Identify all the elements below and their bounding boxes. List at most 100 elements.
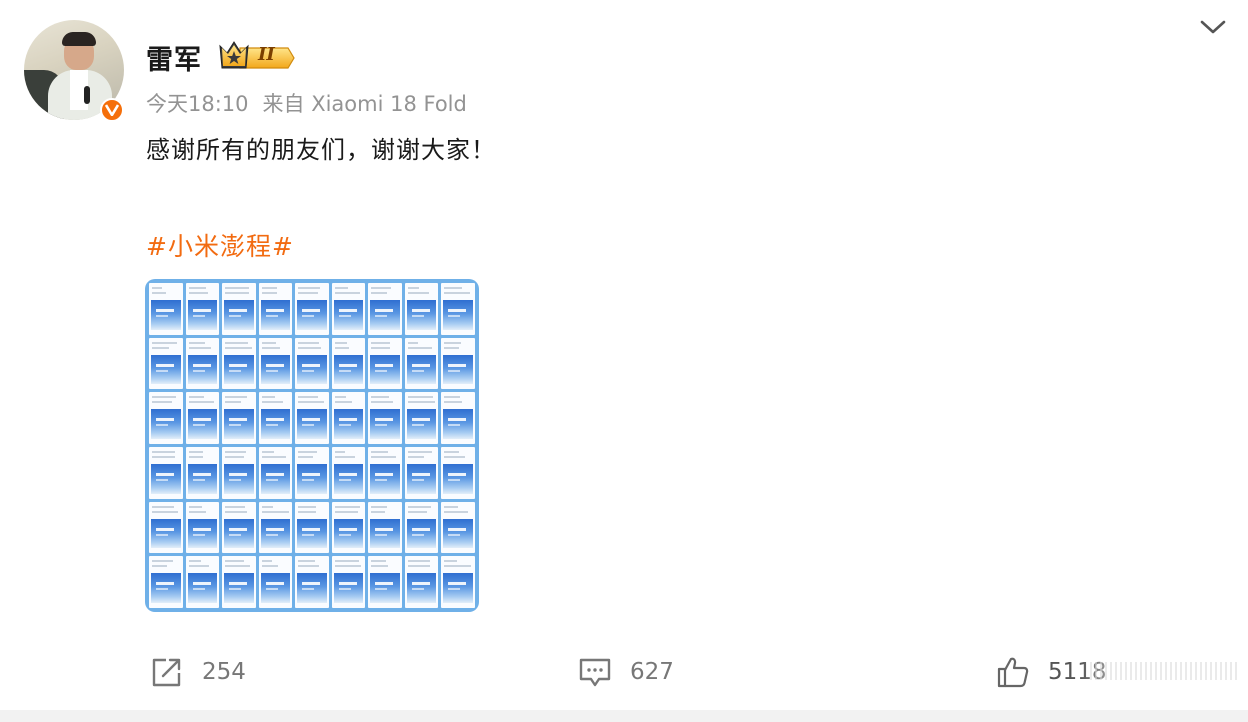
image-thumbnail[interactable]	[185, 501, 220, 554]
image-thumbnail[interactable]	[222, 392, 256, 444]
thumbnail-text-line	[188, 292, 208, 294]
comment-button[interactable]: 627	[578, 652, 674, 692]
thumbnail-text-line	[188, 456, 203, 458]
image-thumbnail[interactable]	[404, 501, 439, 554]
image-thumbnail[interactable]	[149, 283, 183, 335]
image-thumbnail[interactable]	[368, 283, 402, 335]
thumbnail-poster	[297, 464, 327, 494]
thumbnail-text-line	[152, 346, 169, 349]
image-thumbnail[interactable]	[258, 392, 293, 444]
thumbnail-poster	[443, 300, 473, 330]
thumbnail-poster	[297, 409, 327, 439]
image-thumbnail[interactable]	[441, 447, 475, 499]
thumbnail-text-line	[225, 341, 249, 344]
image-grid[interactable]	[145, 279, 479, 612]
thumbs-up-icon	[997, 657, 1029, 688]
thumbnail-poster	[406, 464, 437, 494]
chevron-down-icon[interactable]	[1198, 14, 1228, 40]
image-thumbnail[interactable]	[368, 447, 402, 499]
image-thumbnail[interactable]	[149, 501, 183, 554]
image-thumbnail[interactable]	[331, 556, 366, 608]
image-thumbnail[interactable]	[258, 501, 293, 554]
image-thumbnail[interactable]	[258, 556, 293, 608]
image-thumbnail[interactable]	[441, 392, 475, 444]
image-thumbnail[interactable]	[368, 501, 402, 554]
thumbnail-poster	[370, 354, 400, 385]
image-thumbnail[interactable]	[258, 337, 293, 390]
hashtag-link[interactable]: #小米澎程#	[146, 227, 294, 263]
image-thumbnail[interactable]	[149, 447, 183, 499]
image-thumbnail[interactable]	[258, 283, 293, 335]
thumbnail-text-line	[298, 396, 319, 399]
thumbnail-text-line	[407, 505, 431, 508]
image-thumbnail[interactable]	[295, 447, 329, 499]
image-thumbnail[interactable]	[404, 283, 439, 335]
image-thumbnail[interactable]	[404, 556, 439, 608]
image-thumbnail[interactable]	[185, 283, 220, 335]
thumbnail-text-line	[261, 510, 289, 513]
thumbnail-text-line	[152, 565, 167, 568]
image-thumbnail[interactable]	[368, 337, 402, 390]
image-thumbnail[interactable]	[258, 447, 293, 499]
image-thumbnail[interactable]	[222, 337, 256, 390]
image-thumbnail[interactable]	[368, 392, 402, 444]
thumbnail-poster	[260, 518, 291, 549]
thumbnail-poster	[260, 464, 291, 494]
image-thumbnail[interactable]	[149, 392, 183, 444]
image-thumbnail[interactable]	[295, 337, 329, 390]
thumbnail-poster	[297, 354, 327, 385]
thumbnail-text-line	[261, 401, 283, 404]
image-thumbnail[interactable]	[295, 556, 329, 608]
thumbnail-poster	[370, 300, 400, 330]
image-thumbnail[interactable]	[404, 337, 439, 390]
thumbnail-text-line	[298, 565, 320, 568]
thumbnail-text-line	[371, 346, 391, 349]
thumbnail-poster	[333, 354, 364, 385]
thumbnail-poster	[224, 300, 254, 330]
image-thumbnail[interactable]	[441, 283, 475, 335]
image-thumbnail[interactable]	[222, 447, 256, 499]
thumbnail-text-line	[188, 451, 203, 453]
thumbnail-text-line	[407, 287, 419, 289]
share-button[interactable]: 254	[150, 652, 246, 692]
thumbnail-text-line	[407, 401, 435, 404]
image-thumbnail[interactable]	[295, 501, 329, 554]
thumbnail-poster	[333, 573, 364, 603]
image-thumbnail[interactable]	[441, 501, 475, 554]
image-thumbnail[interactable]	[331, 283, 366, 335]
image-thumbnail[interactable]	[222, 556, 256, 608]
post-time[interactable]: 今天18:10	[146, 92, 249, 116]
thumbnail-text-line	[298, 451, 318, 453]
author-name[interactable]: 雷军	[146, 38, 202, 77]
image-thumbnail[interactable]	[185, 337, 220, 390]
thumbnail-text-line	[225, 401, 242, 404]
image-thumbnail[interactable]	[368, 556, 402, 608]
thumbnail-text-line	[261, 346, 280, 349]
thumbnail-poster	[443, 518, 473, 549]
image-thumbnail[interactable]	[441, 556, 475, 608]
image-thumbnail[interactable]	[404, 392, 439, 444]
image-thumbnail[interactable]	[295, 392, 329, 444]
image-thumbnail[interactable]	[441, 337, 475, 390]
thumbnail-poster	[370, 464, 400, 494]
image-thumbnail[interactable]	[295, 283, 329, 335]
level-badge[interactable]: II	[218, 38, 296, 72]
image-thumbnail[interactable]	[222, 283, 256, 335]
image-thumbnail[interactable]	[331, 337, 366, 390]
image-thumbnail[interactable]	[185, 447, 220, 499]
image-thumbnail[interactable]	[149, 337, 183, 390]
avatar-hair	[62, 32, 96, 46]
image-thumbnail[interactable]	[404, 447, 439, 499]
image-thumbnail[interactable]	[331, 392, 366, 444]
image-thumbnail[interactable]	[149, 556, 183, 608]
image-thumbnail[interactable]	[185, 392, 220, 444]
thumbnail-poster	[224, 409, 254, 439]
image-thumbnail[interactable]	[331, 501, 366, 554]
image-thumbnail[interactable]	[222, 501, 256, 554]
share-count: 254	[202, 659, 246, 685]
thumbnail-text-line	[152, 505, 174, 508]
thumbnail-text-line	[444, 456, 466, 458]
image-thumbnail[interactable]	[185, 556, 220, 608]
image-thumbnail[interactable]	[331, 447, 366, 499]
thumbnail-text-line	[152, 510, 178, 513]
